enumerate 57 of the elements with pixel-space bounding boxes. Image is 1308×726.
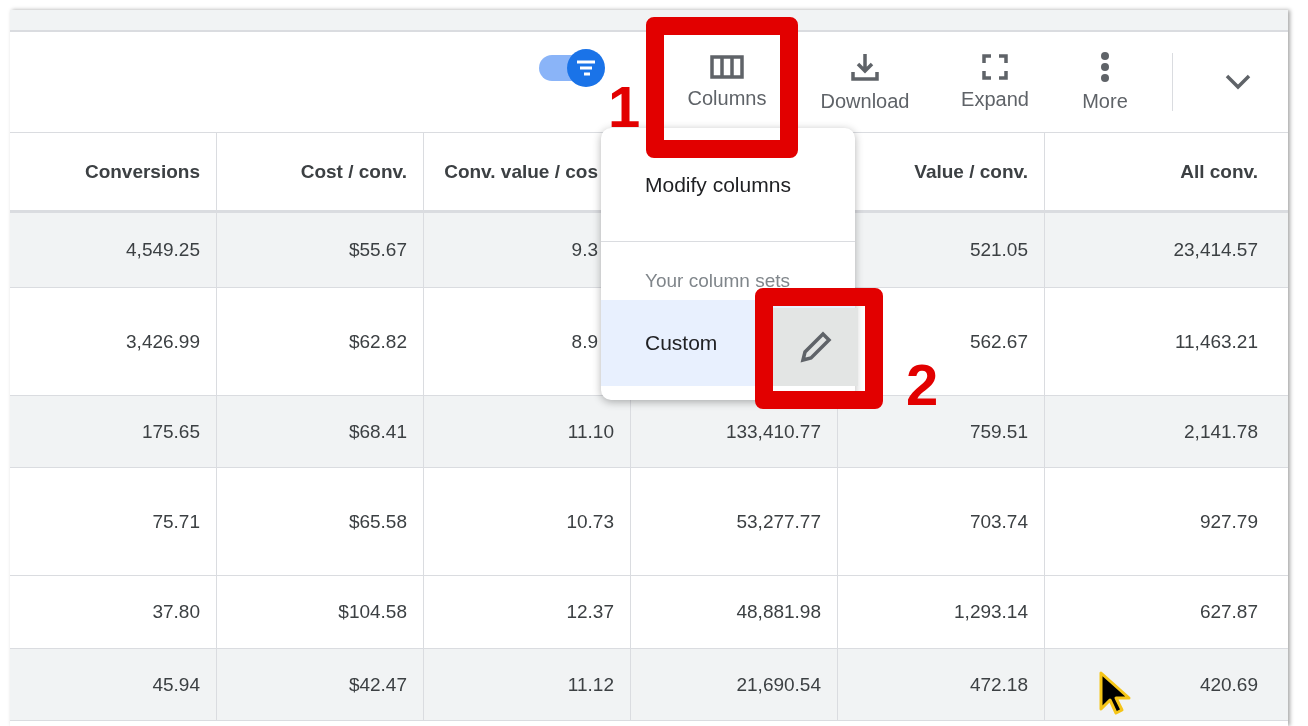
table-cell: 759.51 [969,420,1028,443]
table-cell: $42.47 [348,673,407,696]
table-cell: 53,277.77 [736,510,821,533]
table-cell: 4,549.25 [126,239,200,261]
edit-button[interactable] [773,308,858,386]
columns-icon [710,54,744,79]
table-cell: 23,414.57 [1173,239,1258,261]
table-cell: $104.58 [338,601,407,623]
table-cell: 1,293.14 [954,601,1028,623]
table-cell: 927.79 [1199,510,1258,533]
table-cell: 11.10 [567,420,614,443]
column-set-label: Custom [645,331,718,355]
table-cell: 11,463.21 [1174,330,1258,353]
table-cell: 9.3 [571,239,598,261]
menu-item[interactable]: Modify columns [601,128,855,242]
table-cell: 562.67 [969,330,1028,353]
filter-icon [576,60,596,76]
download-button[interactable]: Download [810,51,920,113]
more-icon [1100,51,1110,82]
table-cell: 48,881.98 [736,601,821,623]
table-cell: 703.74 [969,510,1028,533]
column-header: Conv. value / cos [444,160,598,183]
table-cell: $55.67 [348,239,407,261]
table-cell: 10.73 [566,510,614,533]
table-cell: 627.87 [1199,601,1258,623]
expand-button[interactable]: Expand [940,53,1050,111]
table-cell: 21,690.54 [736,673,821,696]
table-cell: 175.65 [141,420,200,443]
table-cell: 2,141.78 [1184,420,1258,443]
column-header: Value / conv. [914,160,1028,183]
table-cell: 420.69 [1199,673,1258,696]
table-cell: 472.18 [969,673,1028,696]
more-button[interactable]: More [1050,51,1160,113]
download-icon [850,51,880,82]
table-cell: 12.37 [566,601,614,623]
pencil-icon [798,330,833,364]
table-cell: 37.80 [152,601,200,623]
menu-section-label: Your column sets [644,269,792,293]
table-cell: 3,426.99 [126,330,200,353]
table-cell: 75.71 [152,510,200,533]
table-cell: $65.58 [348,510,407,533]
table-cell: $62.82 [348,330,407,353]
table-cell: 8.9 [571,330,598,353]
column-header: Cost / conv. [300,160,407,183]
columns-button[interactable]: Columns [672,54,782,110]
table-cell: $68.41 [348,420,407,443]
column-header: Conversions [84,160,200,183]
callout-number: 2 [906,356,939,414]
table-cell: 133,410.77 [725,420,821,443]
chevron-down-icon[interactable] [1225,74,1251,90]
column-set-item[interactable]: Custom [601,300,855,386]
table-cell: 45.94 [152,673,200,696]
table-cell: 521.05 [969,239,1028,261]
toggle-switch[interactable] [539,49,605,87]
column-header: All conv. [1180,160,1258,183]
expand-icon [982,53,1008,80]
table-cell: 11.12 [567,673,614,696]
